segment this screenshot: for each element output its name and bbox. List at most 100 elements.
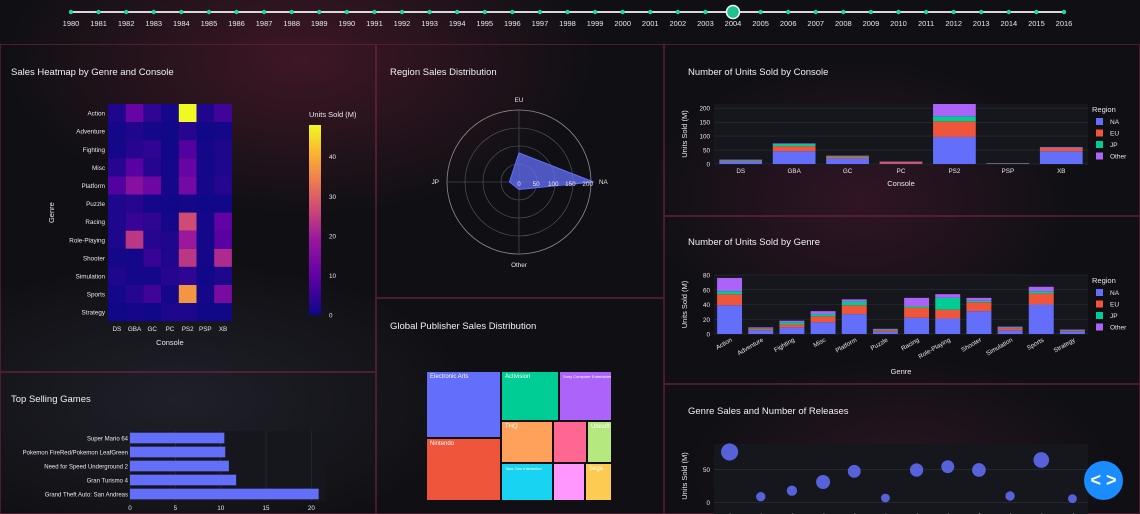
treemap-tile: Activision bbox=[501, 371, 559, 421]
bar-segment bbox=[719, 159, 763, 161]
slider-tick bbox=[344, 9, 350, 15]
x-tick-label: PS2 bbox=[948, 168, 960, 175]
heatmap-cell bbox=[108, 176, 126, 195]
heatmap-genre-label: Fighting bbox=[83, 147, 106, 154]
bar-segment bbox=[933, 136, 976, 164]
genre-bubble bbox=[721, 443, 739, 461]
x-tick-label: XB bbox=[1057, 168, 1065, 175]
legend-swatch bbox=[1096, 118, 1103, 125]
slider-tick bbox=[813, 9, 818, 15]
slider-tick bbox=[648, 9, 653, 15]
y-tick-label: 150 bbox=[699, 120, 710, 127]
heatmap-cell bbox=[161, 140, 179, 159]
x-tick-label: Simulation bbox=[985, 336, 1014, 357]
slider-year-label: 2005 bbox=[752, 19, 769, 28]
bar-segment bbox=[717, 291, 743, 295]
radar-tick-label: 50 bbox=[533, 181, 541, 188]
bar-segment bbox=[935, 297, 961, 310]
slider-year-label: 2006 bbox=[780, 19, 797, 28]
bar-segment bbox=[1059, 329, 1085, 331]
bar-segment bbox=[779, 320, 805, 323]
heatmap-cell bbox=[108, 104, 126, 123]
colorbar-tick-label: 0 bbox=[329, 313, 333, 320]
legend-title: Region bbox=[1092, 276, 1116, 285]
heatmap-cell bbox=[143, 303, 162, 322]
bar-segment bbox=[1039, 147, 1083, 152]
heatmap-cell bbox=[214, 176, 232, 195]
heatmap-cell bbox=[196, 212, 215, 231]
bar-segment bbox=[966, 297, 992, 301]
heatmap-cell bbox=[196, 140, 215, 159]
heatmap-console-label: PSP bbox=[199, 326, 212, 333]
game-label: Need for Speed Underground 2 bbox=[44, 464, 128, 470]
slider-year-label: 1995 bbox=[476, 19, 493, 28]
heatmap-cell bbox=[108, 212, 126, 231]
bar-segment bbox=[1028, 304, 1054, 334]
legend-swatch bbox=[1096, 152, 1103, 160]
heatmap-cell bbox=[214, 303, 232, 322]
bar-segment bbox=[966, 311, 992, 334]
bar-segment bbox=[997, 328, 1023, 331]
navigation-button[interactable]: < > bbox=[1084, 461, 1123, 500]
heatmap-cell bbox=[178, 104, 197, 123]
y-tick-label: 50 bbox=[703, 467, 711, 474]
y-tick-label: 200 bbox=[699, 106, 710, 113]
genre-bubble bbox=[786, 485, 798, 496]
slider-year-label: 2012 bbox=[945, 19, 962, 28]
heatmap-cell bbox=[125, 122, 144, 141]
x-tick-label: Role-Playing bbox=[917, 336, 952, 360]
heatmap-console-label: GC bbox=[148, 326, 158, 333]
heatmap-cell bbox=[143, 194, 162, 213]
heatmap-genre-label: Role-Playing bbox=[69, 237, 105, 244]
heatmap-cell bbox=[196, 285, 215, 304]
heatmap-cell bbox=[178, 212, 197, 231]
x-tick-label: Adventure bbox=[736, 336, 765, 357]
heatmap-cell bbox=[178, 266, 197, 285]
bar-segment bbox=[966, 302, 992, 312]
y-tick-label: 0 bbox=[706, 332, 710, 339]
heatmap-cell bbox=[178, 194, 197, 213]
heatmap-cell bbox=[178, 303, 197, 322]
x-tick-label: Sports bbox=[1026, 337, 1045, 352]
heatmap-console-label: PC bbox=[166, 326, 175, 333]
heatmap-cell bbox=[143, 266, 162, 285]
slider-tick bbox=[896, 9, 901, 15]
heatmap-console-label: GBA bbox=[128, 326, 142, 333]
slider-tick bbox=[620, 9, 625, 15]
y-axis-title: Units Sold (M) bbox=[680, 280, 689, 328]
bar-segment bbox=[933, 104, 976, 117]
heatmap-cell bbox=[108, 248, 126, 267]
slider-tick bbox=[1006, 9, 1012, 15]
bar-segment bbox=[872, 328, 898, 330]
legend-label: JP bbox=[1110, 313, 1118, 320]
slider-year-label: 1996 bbox=[504, 19, 521, 28]
treemap-tile: Nintendo bbox=[426, 438, 501, 501]
heatmap-cell bbox=[108, 158, 126, 177]
heatmap-cell bbox=[108, 194, 126, 213]
slider-year-label: 1982 bbox=[118, 19, 135, 28]
genre-bubble bbox=[1033, 452, 1050, 468]
bar-segment bbox=[872, 329, 898, 331]
heatmap-cell bbox=[125, 176, 144, 195]
x-axis-title: Console bbox=[887, 179, 915, 188]
genre-bubble bbox=[1005, 491, 1015, 501]
bar-segment bbox=[717, 305, 743, 334]
heatmap-cell bbox=[108, 266, 126, 285]
heatmap-cell bbox=[196, 176, 215, 195]
y-tick-label: 40 bbox=[703, 302, 711, 309]
heatmap-cell bbox=[125, 248, 144, 267]
slider-tick bbox=[289, 9, 294, 15]
legend-title: Region bbox=[1092, 105, 1116, 114]
year-slider[interactable]: 1980 1981 1982 1983 1984 1985 1986 1987 1988 1989… bbox=[0, 0, 1140, 40]
slider-tick bbox=[758, 9, 763, 15]
heatmap-cell bbox=[178, 285, 197, 304]
slider-year-label: 2009 bbox=[863, 19, 880, 28]
heatmap-cell bbox=[161, 176, 179, 195]
bar-segment bbox=[841, 301, 867, 306]
game-bar bbox=[130, 446, 226, 458]
heatmap-cell bbox=[108, 122, 126, 141]
heatmap-genre-label: Sports bbox=[87, 292, 105, 299]
legend-swatch bbox=[1096, 141, 1103, 148]
heatmap-genre-label: Strategy bbox=[82, 310, 106, 317]
bar-segment bbox=[904, 317, 930, 334]
